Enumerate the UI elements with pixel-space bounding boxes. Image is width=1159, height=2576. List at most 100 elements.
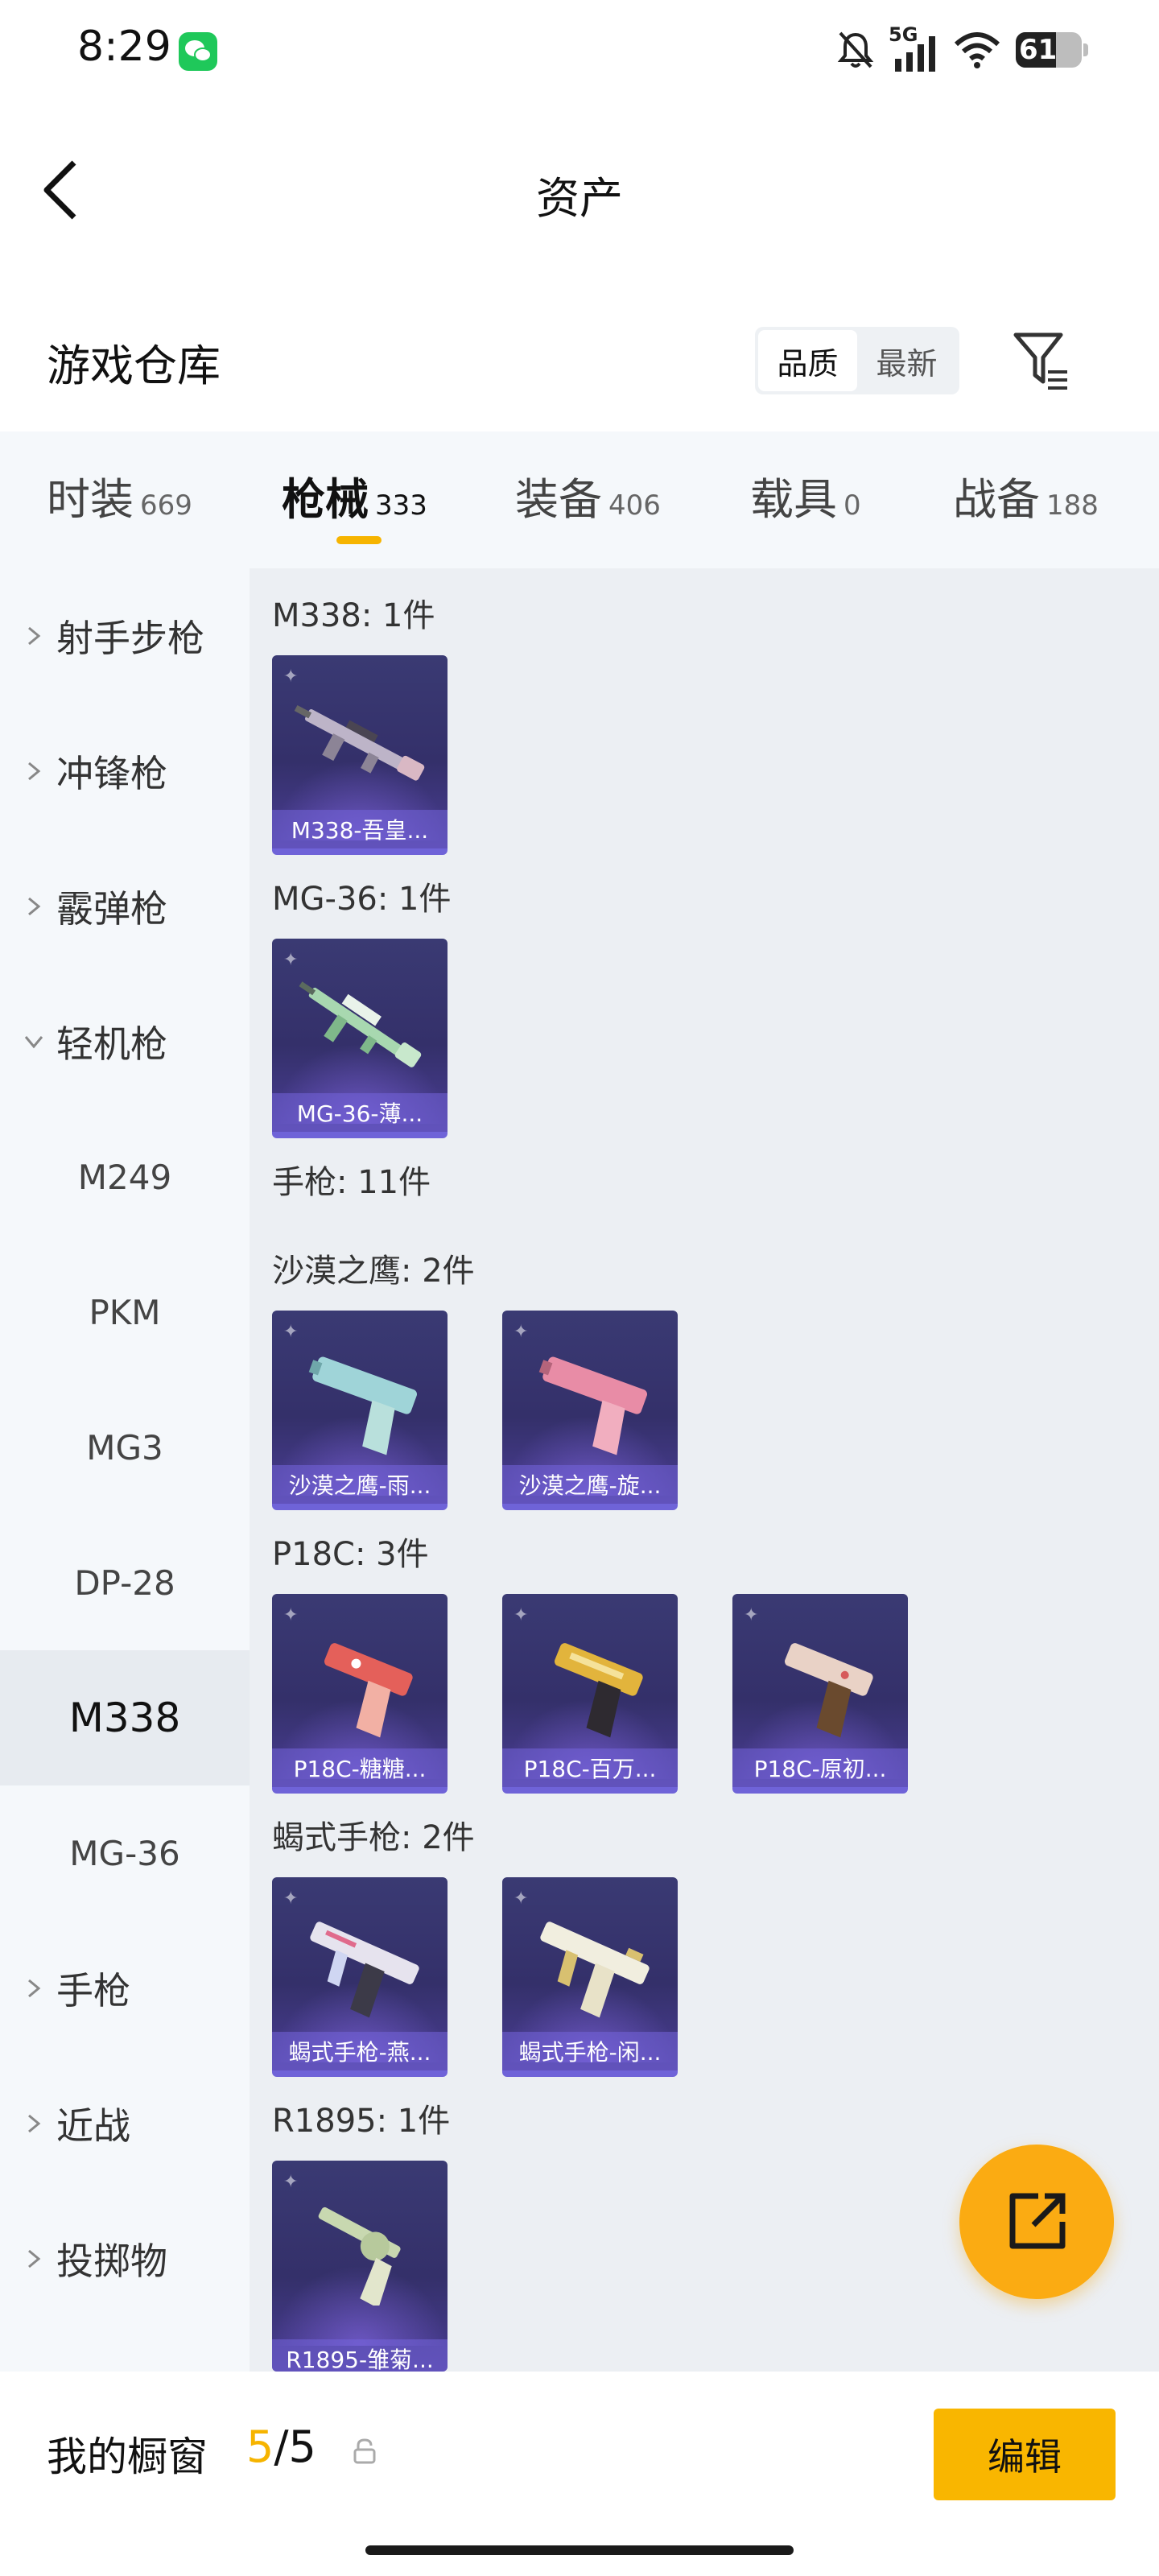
battery-level: 61 bbox=[1019, 34, 1058, 66]
category-tabs: 时装 669 枪械 333 装备 406 载具 0 战备 188 bbox=[0, 431, 1159, 568]
sidebar-item-lmg[interactable]: 轻机枪 bbox=[0, 974, 250, 1109]
sidebar-item-shotgun[interactable]: 霰弹枪 bbox=[0, 839, 250, 974]
weapon-name: 蝎式手枪-闲... bbox=[518, 2039, 662, 2066]
card-name-bar: P18C-糖糖... bbox=[272, 1748, 448, 1787]
chevron-right-icon bbox=[28, 762, 41, 781]
page-title: 资产 bbox=[536, 173, 623, 224]
sidebar-sub-m249[interactable]: M249 bbox=[0, 1109, 250, 1245]
group-title-desert-eagle: 沙漠之鹰: 2件 bbox=[272, 1253, 475, 1290]
tab-vehicles[interactable]: 载具 0 bbox=[750, 464, 861, 527]
revolver-icon bbox=[318, 2207, 401, 2306]
sidebar-item-smg[interactable]: 冲锋枪 bbox=[0, 704, 250, 839]
sparkle-icon: ✦ bbox=[514, 1605, 529, 1625]
status-icons: 5G 61 bbox=[837, 23, 1088, 76]
weapon-name: P18C-百万... bbox=[523, 1756, 657, 1782]
rifle-icon bbox=[294, 704, 425, 781]
tab-label: 枪械 bbox=[282, 474, 369, 525]
pistol-icon bbox=[555, 1643, 643, 1738]
card-name-bar: 沙漠之鹰-旋... bbox=[502, 1465, 678, 1504]
sparkle-icon: ✦ bbox=[514, 1889, 529, 1909]
weapon-card[interactable]: ✦ R1895-雏菊... bbox=[272, 2161, 448, 2372]
sidebar-item-marksman-rifle[interactable]: 射手步枪 bbox=[0, 568, 250, 704]
weapon-card[interactable]: ✦ 蝎式手枪-燕... bbox=[272, 1877, 448, 2077]
battery-nub bbox=[1083, 43, 1088, 56]
card-name-bar: MG-36-薄... bbox=[272, 1093, 448, 1132]
sort-toggle: 品质 最新 bbox=[755, 327, 959, 394]
weapon-name: M338-吾皇... bbox=[291, 817, 429, 844]
sort-newest-button[interactable]: 最新 bbox=[857, 330, 956, 391]
showcase-count: 5/5 bbox=[246, 2421, 316, 2472]
tab-firearms[interactable]: 枪械 333 bbox=[282, 464, 427, 527]
weapon-card[interactable]: ✦ 沙漠之鹰-雨... bbox=[272, 1311, 448, 1510]
warehouse-title: 游戏仓库 bbox=[47, 341, 221, 391]
sidebar-sub-mg3[interactable]: MG3 bbox=[0, 1380, 250, 1515]
weapon-name: R1895-雏菊... bbox=[286, 2347, 434, 2372]
chevron-down-icon bbox=[24, 1036, 43, 1049]
share-out-icon bbox=[1009, 2193, 1066, 2249]
sidebar-sub-dp28[interactable]: DP-28 bbox=[0, 1515, 250, 1650]
weapon-name: MG-36-薄... bbox=[296, 1100, 423, 1127]
chevron-right-icon bbox=[28, 1979, 41, 1998]
weapon-card[interactable]: ✦ MG-36-薄... bbox=[272, 939, 448, 1138]
weapon-card[interactable]: ✦ M338-吾皇... bbox=[272, 655, 448, 855]
chevron-right-icon bbox=[28, 897, 41, 916]
group-title-r1895: R1895: 1件 bbox=[272, 2103, 451, 2140]
filter-button[interactable] bbox=[1013, 330, 1070, 393]
group-title-mg36: MG-36: 1件 bbox=[272, 881, 452, 918]
edit-button[interactable]: 编辑 bbox=[934, 2409, 1116, 2500]
weapon-card[interactable]: ✦ P18C-原初... bbox=[732, 1594, 908, 1794]
sidebar-item-throwable[interactable]: 投掷物 bbox=[0, 2191, 250, 2326]
sidebar-item-label: 霰弹枪 bbox=[56, 887, 167, 931]
sidebar-item-pistol[interactable]: 手枪 bbox=[0, 1921, 250, 2056]
tab-count: 669 bbox=[140, 489, 192, 522]
sidebar-sub-mg36[interactable]: MG-36 bbox=[0, 1785, 250, 1921]
chevron-right-icon bbox=[28, 2249, 41, 2268]
showcase-total: /5 bbox=[274, 2421, 316, 2472]
tab-count: 0 bbox=[843, 489, 861, 522]
pistol-icon bbox=[324, 1643, 413, 1738]
tab-fashion[interactable]: 时装 669 bbox=[47, 464, 192, 527]
battery-icon: 61 bbox=[1016, 32, 1088, 68]
sort-quality-button[interactable]: 品质 bbox=[758, 330, 857, 391]
pistol-icon bbox=[538, 1356, 648, 1455]
card-name-bar: P18C-百万... bbox=[502, 1748, 678, 1787]
tab-supplies[interactable]: 战备 188 bbox=[953, 464, 1099, 527]
status-time: 8:29 bbox=[77, 23, 171, 71]
sidebar-sub-m338[interactable]: M338 bbox=[0, 1650, 250, 1785]
card-name-bar: 蝎式手枪-闲... bbox=[502, 2032, 678, 2070]
tab-label: 时装 bbox=[47, 474, 134, 525]
weapon-name: P18C-糖糖... bbox=[293, 1756, 427, 1782]
sparkle-icon: ✦ bbox=[283, 1322, 299, 1342]
card-name-bar: 蝎式手枪-燕... bbox=[272, 2032, 448, 2070]
pistol-icon bbox=[308, 1356, 418, 1455]
sidebar-item-melee[interactable]: 近战 bbox=[0, 2056, 250, 2191]
pistol-icon bbox=[310, 1922, 419, 2018]
weapon-card[interactable]: ✦ 沙漠之鹰-旋... bbox=[502, 1311, 678, 1510]
group-title-pistol: 手枪: 11件 bbox=[272, 1164, 431, 1201]
sidebar-item-label: 投掷物 bbox=[56, 2240, 167, 2283]
tab-equipment[interactable]: 装备 406 bbox=[515, 464, 661, 527]
weapon-category-sidebar: 射手步枪 冲锋枪 霰弹枪 轻机枪 M249 PKM MG3 DP-28 M338… bbox=[0, 568, 250, 2372]
weapon-name: 沙漠之鹰-旋... bbox=[518, 1472, 662, 1499]
sparkle-icon: ✦ bbox=[283, 950, 299, 970]
card-name-bar: 沙漠之鹰-雨... bbox=[272, 1465, 448, 1504]
weapon-card[interactable]: ✦ P18C-糖糖... bbox=[272, 1594, 448, 1794]
group-title-skorpion: 蝎式手枪: 2件 bbox=[272, 1819, 475, 1856]
card-name-bar: R1895-雏菊... bbox=[272, 2339, 448, 2372]
sparkle-icon: ✦ bbox=[744, 1605, 759, 1625]
share-button[interactable] bbox=[959, 2145, 1114, 2299]
sidebar-item-label: 射手步枪 bbox=[56, 617, 204, 660]
weapon-name: 蝎式手枪-燕... bbox=[288, 2039, 431, 2066]
weapon-card[interactable]: ✦ P18C-百万... bbox=[502, 1594, 678, 1794]
pistol-icon bbox=[540, 1922, 650, 2018]
tab-label: 战备 bbox=[953, 474, 1040, 525]
tab-count: 188 bbox=[1046, 489, 1099, 522]
weapon-grid: M338: 1件 ✦ M338-吾皇... MG-36: 1件 ✦ MG-36-… bbox=[250, 568, 1159, 2372]
sidebar-sub-pkm[interactable]: PKM bbox=[0, 1245, 250, 1380]
home-indicator[interactable] bbox=[365, 2545, 794, 2555]
rifle-icon bbox=[299, 981, 422, 1067]
weapon-card[interactable]: ✦ 蝎式手枪-闲... bbox=[502, 1877, 678, 2077]
group-title-m338: M338: 1件 bbox=[272, 597, 435, 634]
filter-icon bbox=[1013, 332, 1067, 390]
tab-count: 333 bbox=[375, 489, 427, 522]
